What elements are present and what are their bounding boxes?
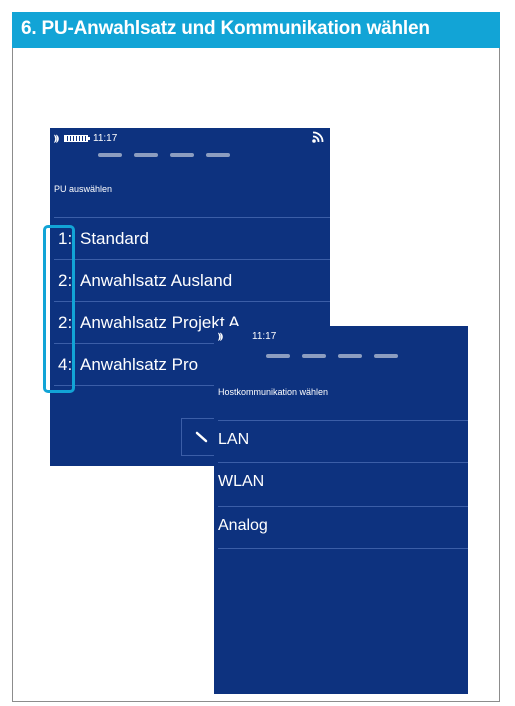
arrow-down-right-icon — [195, 431, 207, 443]
status-bar: ⦆⦆ 11:17 — [54, 131, 117, 145]
list-item[interactable]: Analog — [218, 512, 468, 540]
status-bar: ⦆⦆ 11:17 — [218, 329, 276, 343]
status-time: 11:17 — [252, 330, 277, 342]
battery-icon — [64, 134, 90, 142]
item-label: Anwahlsatz Pro — [80, 355, 199, 374]
page-indicator — [98, 153, 230, 157]
host-communication-screen: ⦆⦆ 11:17 Hostkommunikation wählen LAN WL… — [214, 326, 468, 694]
signal-icon: ⦆⦆ — [54, 132, 59, 143]
item-label: LAN — [218, 431, 250, 448]
list-item[interactable]: WLAN — [218, 468, 468, 496]
screen-title: Hostkommunikation wählen — [218, 387, 329, 397]
item-label: Standard — [80, 229, 149, 248]
page-title: 6. PU-Anwahlsatz und Kommunikation wähle… — [12, 12, 500, 48]
list-item[interactable]: 1: Standard — [58, 225, 330, 253]
screen-title: PU auswählen — [54, 184, 113, 194]
number-highlight — [43, 225, 75, 393]
status-time: 11:17 — [93, 132, 118, 144]
signal-icon: ⦆⦆ — [218, 330, 223, 341]
list-item[interactable]: LAN — [218, 426, 468, 454]
item-label: WLAN — [218, 473, 265, 490]
item-label: Analog — [218, 517, 268, 534]
list-item[interactable]: 2: Anwahlsatz Ausland — [58, 267, 330, 295]
page-indicator — [266, 354, 398, 358]
item-label: Anwahlsatz Ausland — [80, 271, 233, 290]
wifi-icon — [312, 131, 324, 143]
